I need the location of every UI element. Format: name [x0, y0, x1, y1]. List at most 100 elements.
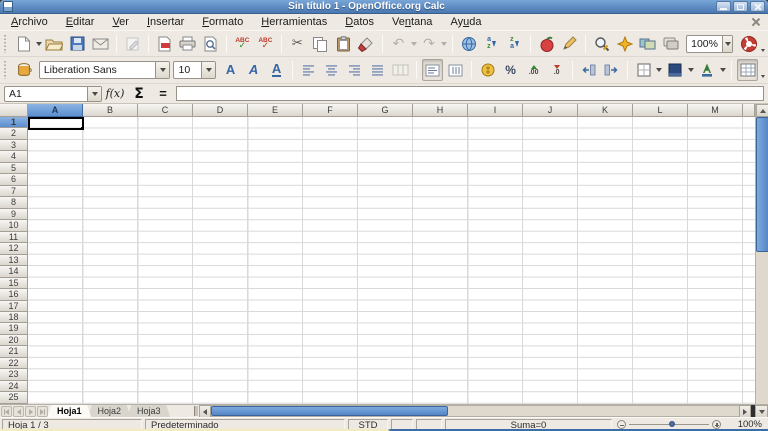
row-header-17[interactable]: 17 [0, 301, 28, 312]
insert-chart-icon[interactable] [536, 33, 557, 55]
print-icon[interactable] [177, 33, 198, 55]
select-all-corner[interactable] [0, 104, 28, 117]
delete-decimal-icon[interactable]: .0 [546, 59, 567, 81]
menu-ventana[interactable]: Ventana [383, 14, 441, 30]
row-header-10[interactable]: 10 [0, 220, 28, 231]
row-header-7[interactable]: 7 [0, 186, 28, 197]
column-header-M[interactable]: M [688, 104, 743, 117]
column-header-L[interactable]: L [633, 104, 688, 117]
row-header-3[interactable]: 3 [0, 140, 28, 151]
spellcheck-icon[interactable]: ABC✓ [232, 33, 253, 55]
new-document-dropdown-icon[interactable] [35, 33, 43, 55]
row-header-5[interactable]: 5 [0, 163, 28, 174]
italic-icon[interactable]: A [243, 59, 264, 81]
decrease-indent-icon[interactable] [578, 59, 599, 81]
column-header-D[interactable]: D [193, 104, 248, 117]
column-header-I[interactable]: I [468, 104, 523, 117]
column-header-F[interactable]: F [303, 104, 358, 117]
undo-icon[interactable]: ↶ [388, 33, 409, 55]
toolbar-drag-handle[interactable] [4, 61, 9, 79]
row-header-21[interactable]: 21 [0, 346, 28, 357]
zoom-slider[interactable] [615, 420, 723, 429]
merge-cells-icon[interactable] [390, 59, 411, 81]
redo-dropdown-icon[interactable] [440, 33, 448, 55]
borders-icon[interactable] [633, 59, 654, 81]
row-header-19[interactable]: 19 [0, 323, 28, 334]
open-icon[interactable] [44, 33, 65, 55]
increase-indent-icon[interactable] [601, 59, 622, 81]
align-center-icon[interactable] [321, 59, 342, 81]
sort-descending-icon[interactable]: za [504, 33, 525, 55]
first-sheet-icon[interactable] [1, 406, 12, 417]
minimize-button[interactable] [716, 1, 731, 12]
sheet-tab-hoja1[interactable]: Hoja1 [47, 405, 92, 418]
sort-ascending-icon[interactable]: az [481, 33, 502, 55]
name-box[interactable]: A1 [4, 86, 102, 102]
auto-spellcheck-icon[interactable]: ABC✓ [255, 33, 276, 55]
paste-icon[interactable] [333, 33, 354, 55]
cut-icon[interactable]: ✂ [287, 33, 308, 55]
row-header-23[interactable]: 23 [0, 369, 28, 380]
zoom-combobox[interactable]: 100% [686, 35, 733, 53]
previous-sheet-icon[interactable] [13, 406, 24, 417]
cell-grid[interactable] [28, 117, 755, 404]
row-header-4[interactable]: 4 [0, 151, 28, 162]
horizontal-scrollbar[interactable] [211, 405, 739, 417]
font-size-dropdown-icon[interactable] [201, 62, 215, 78]
name-box-dropdown-icon[interactable] [87, 87, 101, 101]
copy-icon[interactable] [310, 33, 331, 55]
clone-formatting-icon[interactable] [356, 33, 377, 55]
row-header-1[interactable]: 1 [0, 117, 28, 128]
row-header-20[interactable]: 20 [0, 335, 28, 346]
font-name-combobox[interactable]: Liberation Sans [39, 61, 171, 79]
menu-formato[interactable]: Formato [193, 14, 252, 30]
row-header-8[interactable]: 8 [0, 197, 28, 208]
borders-dropdown-icon[interactable] [655, 59, 664, 81]
align-justified-icon[interactable] [367, 59, 388, 81]
column-header-J[interactable]: J [523, 104, 578, 117]
sum-icon[interactable]: Σ [128, 85, 150, 102]
toolbar-drag-handle[interactable] [4, 35, 8, 53]
font-color-dropdown-icon[interactable] [719, 59, 728, 81]
vertical-scrollbar-thumb[interactable] [756, 117, 768, 252]
font-color-icon[interactable] [697, 59, 718, 81]
formula-input-line[interactable] [176, 86, 764, 101]
email-icon[interactable] [90, 33, 111, 55]
column-header-H[interactable]: H [413, 104, 468, 117]
menu-ayuda[interactable]: Ayuda [441, 14, 490, 30]
zoom-slider-handle[interactable] [669, 421, 675, 427]
export-pdf-icon[interactable] [154, 33, 175, 55]
column-header-G[interactable]: G [358, 104, 413, 117]
font-size-combobox[interactable]: 10 [173, 61, 216, 79]
row-header-2[interactable]: 2 [0, 128, 28, 139]
row-header-6[interactable]: 6 [0, 174, 28, 185]
menu-insertar[interactable]: Insertar [138, 14, 193, 30]
percent-format-icon[interactable]: % [500, 59, 521, 81]
row-header-9[interactable]: 9 [0, 209, 28, 220]
document-close-icon[interactable] [750, 16, 762, 28]
align-left-icon[interactable] [298, 59, 319, 81]
styles-and-formatting-icon[interactable] [14, 59, 35, 81]
column-header-partial[interactable] [743, 104, 755, 117]
zoom-out-icon[interactable] [617, 420, 626, 429]
edit-file-icon[interactable] [122, 33, 143, 55]
grid-lines-icon[interactable] [737, 59, 758, 81]
column-header-A[interactable]: A [28, 104, 83, 117]
menu-datos[interactable]: Datos [336, 14, 383, 30]
menu-herramientas[interactable]: Herramientas [252, 14, 336, 30]
maximize-button[interactable] [733, 1, 748, 12]
horizontal-scrollbar-thumb[interactable] [211, 406, 448, 416]
background-color-icon[interactable] [665, 59, 686, 81]
new-document-icon[interactable] [13, 33, 34, 55]
align-right-icon[interactable] [344, 59, 365, 81]
last-sheet-icon[interactable] [37, 406, 48, 417]
bold-icon[interactable]: A [220, 59, 241, 81]
draw-functions-icon[interactable] [559, 33, 580, 55]
zoom-dropdown-icon[interactable] [722, 36, 732, 52]
undo-dropdown-icon[interactable] [410, 33, 418, 55]
background-color-dropdown-icon[interactable] [687, 59, 696, 81]
menu-editar[interactable]: Editar [57, 14, 104, 30]
close-button[interactable] [750, 1, 765, 12]
row-header-24[interactable]: 24 [0, 381, 28, 392]
row-header-18[interactable]: 18 [0, 312, 28, 323]
